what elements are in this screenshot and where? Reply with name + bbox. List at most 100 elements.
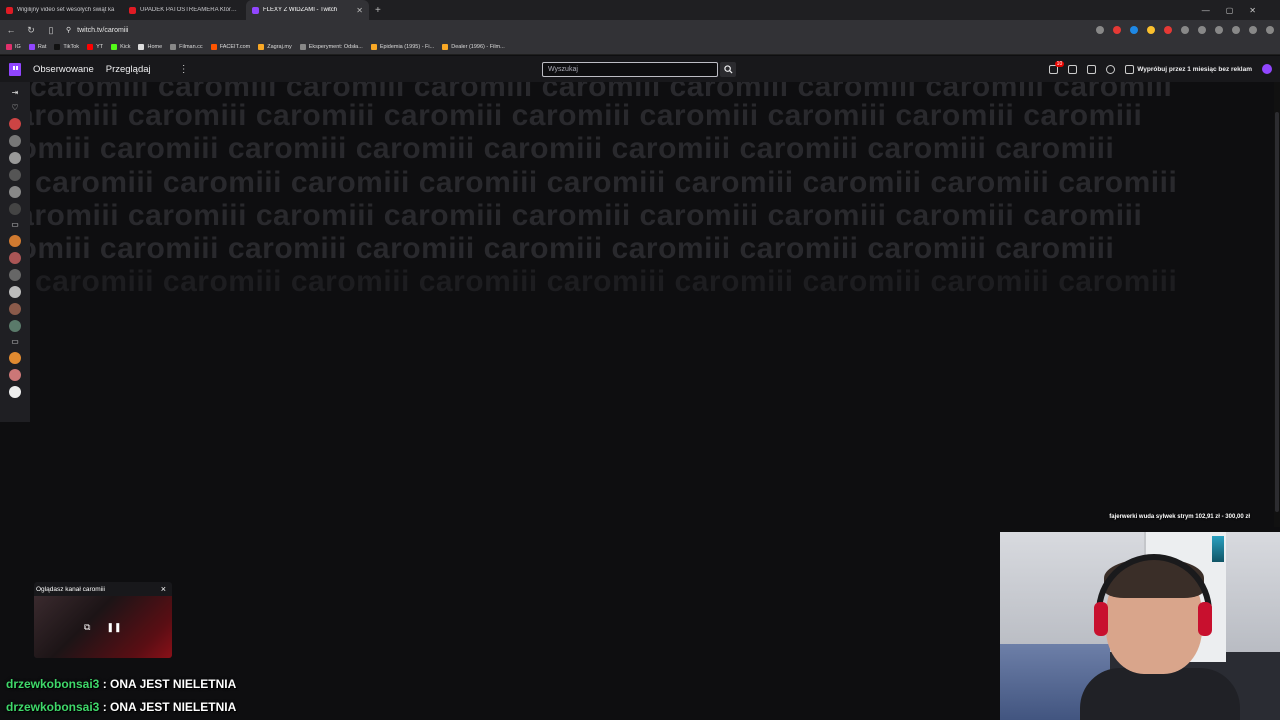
channel-avatar[interactable] bbox=[9, 386, 21, 398]
browser-tab[interactable]: Wigilijny video set wesołych świąt ka bbox=[0, 0, 123, 20]
channel-avatar[interactable] bbox=[9, 152, 21, 164]
camera-icon: ▭ bbox=[11, 337, 19, 346]
user-avatar[interactable] bbox=[1262, 64, 1272, 74]
page-scrollbar[interactable] bbox=[1274, 82, 1280, 527]
extension-icon[interactable] bbox=[1164, 26, 1172, 34]
reload-icon[interactable]: ↻ bbox=[26, 25, 36, 36]
channel-avatar[interactable] bbox=[9, 135, 21, 147]
menu-icon[interactable] bbox=[1266, 26, 1274, 34]
channel-avatar[interactable] bbox=[9, 235, 21, 247]
inbox-icon[interactable] bbox=[1068, 64, 1078, 74]
tv-icon bbox=[1125, 64, 1135, 74]
channel-avatar[interactable] bbox=[9, 303, 21, 315]
channel-avatar[interactable] bbox=[9, 186, 21, 198]
webcam-person-body bbox=[1080, 668, 1240, 720]
twitch-logo-icon[interactable] bbox=[9, 62, 21, 76]
search-button[interactable] bbox=[720, 62, 736, 77]
tab-label: UPADEK PATOSTREAMERA Którego C bbox=[140, 7, 240, 13]
banner-text-row: caromiii caromiii caromiii caromiii caro… bbox=[35, 265, 1178, 298]
chat-message: drzewkobonsai3 : ONA JEST NIELETNIA bbox=[6, 677, 237, 691]
webcam-poster bbox=[1212, 536, 1224, 562]
puzzle-icon[interactable] bbox=[1215, 26, 1223, 34]
download-icon[interactable] bbox=[1198, 26, 1206, 34]
bookmark-label: IG bbox=[15, 44, 21, 50]
channel-avatar[interactable] bbox=[9, 203, 21, 215]
bookmark-item[interactable]: Epidemia (1995) - Fi... bbox=[370, 44, 434, 50]
new-tab-button[interactable]: + bbox=[369, 5, 387, 16]
close-window-icon[interactable]: ✕ bbox=[1249, 6, 1256, 15]
youtube-icon bbox=[129, 6, 136, 14]
crown-icon[interactable] bbox=[1106, 64, 1116, 74]
donation-goal-ticker: fajerwerki wuda sylwek strym 102,91 zł ‐… bbox=[1109, 514, 1250, 520]
mini-player[interactable]: Oglądasz kanał caromiii × ⧉ ❚❚ bbox=[34, 582, 172, 658]
bookmark-item[interactable]: Eksperyment: Odsła... bbox=[299, 44, 363, 50]
close-icon[interactable]: × bbox=[161, 584, 166, 594]
maximize-icon[interactable]: ▢ bbox=[1226, 6, 1234, 15]
twitch-icon bbox=[252, 6, 259, 14]
expand-sidebar-icon[interactable]: ⇥ bbox=[10, 88, 20, 98]
instagram-icon bbox=[6, 44, 12, 50]
chat-text: ONA JEST NIELETNIA bbox=[110, 677, 237, 691]
url-field[interactable]: ⚲ twitch.tv/caromiii bbox=[66, 26, 128, 35]
bookmark-label: Kick bbox=[120, 44, 131, 50]
bookmark-item[interactable]: Kick bbox=[111, 44, 130, 50]
pause-icon[interactable]: ❚❚ bbox=[106, 622, 121, 633]
nav-following[interactable]: Obserwowane bbox=[33, 64, 94, 75]
bookmark-item[interactable]: Dealer (1996) - Film... bbox=[442, 44, 505, 50]
tab-label: FLEXY Z WIDZAMI - Twitch bbox=[263, 7, 338, 13]
extension-icon[interactable] bbox=[1181, 26, 1189, 34]
extension-icon[interactable] bbox=[1147, 26, 1155, 34]
bookmark-item[interactable]: IG bbox=[6, 44, 21, 50]
channel-avatar[interactable] bbox=[9, 369, 21, 381]
turbo-promo-button[interactable]: Wypróbuj przez 1 miesiąc bez reklam bbox=[1125, 64, 1252, 74]
back-icon[interactable]: ← bbox=[6, 25, 16, 35]
bookmark-item[interactable]: TikTok bbox=[54, 44, 79, 50]
channel-avatar[interactable] bbox=[9, 252, 21, 264]
nav-browse[interactable]: Przeglądaj bbox=[106, 64, 151, 75]
extension-icon[interactable] bbox=[1130, 26, 1138, 34]
bookmark-item[interactable]: Filman.cc bbox=[170, 44, 203, 50]
bookmark-item[interactable]: YT bbox=[87, 44, 103, 50]
expand-icon[interactable]: ⧉ bbox=[84, 622, 90, 633]
link-icon[interactable] bbox=[1232, 26, 1240, 34]
faceit-icon bbox=[210, 44, 217, 50]
minimize-icon[interactable]: — bbox=[1202, 6, 1210, 15]
mini-player-controls: ⧉ ❚❚ bbox=[84, 622, 122, 633]
whispers-icon[interactable] bbox=[1087, 64, 1097, 74]
bookmark-item[interactable]: Zagraj.my bbox=[258, 44, 292, 50]
close-tab-icon[interactable]: ✕ bbox=[356, 6, 363, 15]
kick-icon bbox=[111, 44, 118, 50]
bookmark-label: Filman.cc bbox=[179, 44, 203, 50]
bookmark-label: YT bbox=[96, 44, 104, 50]
site-info-icon[interactable]: ⚲ bbox=[66, 26, 71, 34]
extension-icon[interactable] bbox=[1096, 26, 1104, 34]
channel-avatar[interactable] bbox=[9, 286, 21, 298]
browser-tab-active[interactable]: FLEXY Z WIDZAMI - Twitch ✕ bbox=[246, 0, 369, 20]
channel-avatar[interactable] bbox=[9, 320, 21, 332]
channel-avatar[interactable] bbox=[9, 169, 21, 181]
bookmark-item[interactable]: FACEIT.com bbox=[210, 44, 251, 50]
extension-icon[interactable] bbox=[1113, 26, 1121, 34]
page-icon bbox=[299, 44, 306, 50]
film-icon bbox=[370, 44, 377, 50]
bookmark-label: FACEIT.com bbox=[219, 44, 251, 50]
drops-icon[interactable]: 10 bbox=[1049, 60, 1065, 74]
search-input[interactable]: Wyszukaj bbox=[542, 62, 718, 77]
banner-text-row: caromiii caromiii caromiii caromiii caro… bbox=[35, 166, 1178, 199]
browser-tab[interactable]: UPADEK PATOSTREAMERA Którego C bbox=[123, 0, 246, 20]
bookmark-icon[interactable]: ▯ bbox=[46, 25, 56, 36]
channel-avatar[interactable] bbox=[9, 269, 21, 281]
channel-avatar[interactable] bbox=[9, 352, 21, 364]
channel-avatar[interactable] bbox=[9, 118, 21, 130]
sidebar-icon[interactable] bbox=[1249, 26, 1257, 34]
banner-text-row: caromiii caromiii caromiii caromiii caro… bbox=[30, 132, 1115, 165]
more-options-icon[interactable]: ⋮ bbox=[179, 64, 189, 75]
bookmark-item[interactable]: Home bbox=[138, 44, 162, 50]
bookmark-item[interactable]: Rat bbox=[28, 44, 46, 50]
scrollbar-thumb[interactable] bbox=[1275, 112, 1279, 512]
extensions-area bbox=[1096, 26, 1274, 34]
bookmark-label: TikTok bbox=[63, 44, 80, 50]
window-controls: — ▢ ✕ bbox=[1202, 6, 1280, 15]
chat-username: drzewkobonsai3 bbox=[6, 700, 100, 714]
channel-banner: caromiii caromiii caromiii caromiii caro… bbox=[30, 82, 1274, 527]
